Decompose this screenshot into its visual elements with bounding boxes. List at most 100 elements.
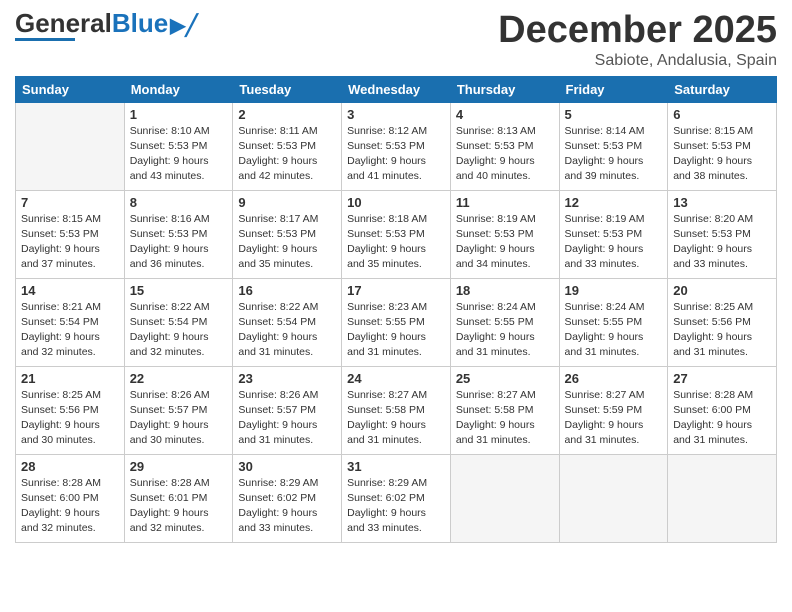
logo-block: GeneralBlue▶╱: [15, 10, 198, 41]
day-info: Sunrise: 8:22 AMSunset: 5:54 PMDaylight:…: [238, 300, 336, 361]
month-title: December 2025: [498, 10, 777, 52]
day-number: 7: [21, 195, 119, 210]
day-number: 12: [565, 195, 663, 210]
day-info: Sunrise: 8:19 AMSunset: 5:53 PMDaylight:…: [456, 212, 554, 273]
logo-blue-text: Blue: [112, 8, 168, 38]
day-number: 30: [238, 459, 336, 474]
day-info: Sunrise: 8:26 AMSunset: 5:57 PMDaylight:…: [130, 388, 228, 449]
day-info: Sunrise: 8:17 AMSunset: 5:53 PMDaylight:…: [238, 212, 336, 273]
weekday-header-thursday: Thursday: [450, 76, 559, 102]
calendar-cell: 24Sunrise: 8:27 AMSunset: 5:58 PMDayligh…: [342, 366, 451, 454]
weekday-header-saturday: Saturday: [668, 76, 777, 102]
title-block: December 2025 Sabiote, Andalusia, Spain: [498, 10, 777, 70]
calendar-cell: 28 Sunrise: 8:28 AMSunset: 6:00 PMDayligh…: [16, 454, 125, 542]
day-number: 9: [238, 195, 336, 210]
logo-bird-icon: ▶╱: [170, 16, 197, 36]
calendar-cell: 21Sunrise: 8:25 AMSunset: 5:56 PMDayligh…: [16, 366, 125, 454]
calendar-cell: 8 Sunrise: 8:16 AMSunset: 5:53 PMDaylight…: [124, 190, 233, 278]
day-number: 13: [673, 195, 771, 210]
day-info: Sunrise: 8:24 AMSunset: 5:55 PMDaylight:…: [456, 300, 554, 361]
calendar-cell: 20 Sunrise: 8:25 AMSunset: 5:56 PMDayligh…: [668, 278, 777, 366]
calendar-cell: 25 Sunrise: 8:27 AMSunset: 5:58 PMDayligh…: [450, 366, 559, 454]
calendar-cell: 22 Sunrise: 8:26 AMSunset: 5:57 PMDayligh…: [124, 366, 233, 454]
day-info: Sunrise: 8:15 AMSunset: 5:53 PMDaylight:…: [673, 124, 771, 185]
day-number: 14: [21, 283, 119, 298]
day-info: Sunrise: 8:24 AMSunset: 5:55 PMDaylight:…: [565, 300, 663, 361]
calendar-cell: 14 Sunrise: 8:21 AMSunset: 5:54 PMDayligh…: [16, 278, 125, 366]
calendar-week-row: 1 Sunrise: 8:10 AMSunset: 5:53 PMDaylight…: [16, 102, 777, 190]
day-info: Sunrise: 8:29 AMSunset: 6:02 PMDaylight:…: [347, 476, 445, 537]
day-info: Sunrise: 8:16 AMSunset: 5:53 PMDaylight:…: [130, 212, 228, 273]
calendar-cell: 15Sunrise: 8:22 AMSunset: 5:54 PMDayligh…: [124, 278, 233, 366]
calendar-week-row: 28 Sunrise: 8:28 AMSunset: 6:00 PMDayligh…: [16, 454, 777, 542]
day-info: Sunrise: 8:10 AMSunset: 5:53 PMDaylight:…: [130, 124, 228, 185]
day-info: Sunrise: 8:23 AMSunset: 5:55 PMDaylight:…: [347, 300, 445, 361]
day-info: Sunrise: 8:20 AMSunset: 5:53 PMDaylight:…: [673, 212, 771, 273]
day-info: Sunrise: 8:29 AMSunset: 6:02 PMDaylight:…: [238, 476, 336, 537]
calendar-cell: [16, 102, 125, 190]
calendar-week-row: 14 Sunrise: 8:21 AMSunset: 5:54 PMDayligh…: [16, 278, 777, 366]
calendar-cell: 16 Sunrise: 8:22 AMSunset: 5:54 PMDayligh…: [233, 278, 342, 366]
day-number: 8: [130, 195, 228, 210]
weekday-header-sunday: Sunday: [16, 76, 125, 102]
day-info: Sunrise: 8:25 AMSunset: 5:56 PMDaylight:…: [673, 300, 771, 361]
logo-underline: [15, 38, 75, 41]
day-number: 3: [347, 107, 445, 122]
day-number: 17: [347, 283, 445, 298]
calendar-cell: 5Sunrise: 8:14 AMSunset: 5:53 PMDaylight…: [559, 102, 668, 190]
day-info: Sunrise: 8:28 AMSunset: 6:01 PMDaylight:…: [130, 476, 228, 537]
calendar-cell: 17 Sunrise: 8:23 AMSunset: 5:55 PMDayligh…: [342, 278, 451, 366]
day-number: 22: [130, 371, 228, 386]
calendar-cell: 13 Sunrise: 8:20 AMSunset: 5:53 PMDayligh…: [668, 190, 777, 278]
day-number: 10: [347, 195, 445, 210]
day-number: 23: [238, 371, 336, 386]
weekday-header-friday: Friday: [559, 76, 668, 102]
day-info: Sunrise: 8:19 AMSunset: 5:53 PMDaylight:…: [565, 212, 663, 273]
day-info: Sunrise: 8:21 AMSunset: 5:54 PMDaylight:…: [21, 300, 119, 361]
calendar-cell: 29Sunrise: 8:28 AMSunset: 6:01 PMDayligh…: [124, 454, 233, 542]
day-number: 18: [456, 283, 554, 298]
logo: GeneralBlue▶╱: [15, 10, 198, 41]
calendar-cell: [450, 454, 559, 542]
calendar-cell: 6Sunrise: 8:15 AMSunset: 5:53 PMDaylight…: [668, 102, 777, 190]
calendar-cell: [559, 454, 668, 542]
weekday-header-monday: Monday: [124, 76, 233, 102]
calendar-cell: 3 Sunrise: 8:12 AMSunset: 5:53 PMDaylight…: [342, 102, 451, 190]
calendar-cell: 2Sunrise: 8:11 AMSunset: 5:53 PMDaylight…: [233, 102, 342, 190]
day-number: 28: [21, 459, 119, 474]
page-container: GeneralBlue▶╱ December 2025 Sabiote, And…: [0, 0, 792, 553]
day-number: 20: [673, 283, 771, 298]
day-number: 25: [456, 371, 554, 386]
logo-general-text: General: [15, 8, 112, 38]
day-info: Sunrise: 8:27 AMSunset: 5:59 PMDaylight:…: [565, 388, 663, 449]
day-number: 2: [238, 107, 336, 122]
day-number: 5: [565, 107, 663, 122]
calendar-table: SundayMondayTuesdayWednesdayThursdayFrid…: [15, 76, 777, 543]
calendar-cell: 9 Sunrise: 8:17 AMSunset: 5:53 PMDaylight…: [233, 190, 342, 278]
day-number: 16: [238, 283, 336, 298]
day-info: Sunrise: 8:27 AMSunset: 5:58 PMDaylight:…: [347, 388, 445, 449]
day-number: 27: [673, 371, 771, 386]
weekday-header-tuesday: Tuesday: [233, 76, 342, 102]
location-title: Sabiote, Andalusia, Spain: [498, 52, 777, 70]
calendar-cell: 10Sunrise: 8:18 AMSunset: 5:53 PMDayligh…: [342, 190, 451, 278]
calendar-cell: 31Sunrise: 8:29 AMSunset: 6:02 PMDayligh…: [342, 454, 451, 542]
calendar-cell: 23 Sunrise: 8:26 AMSunset: 5:57 PMDayligh…: [233, 366, 342, 454]
day-info: Sunrise: 8:25 AMSunset: 5:56 PMDaylight:…: [21, 388, 119, 449]
day-number: 19: [565, 283, 663, 298]
calendar-cell: 26Sunrise: 8:27 AMSunset: 5:59 PMDayligh…: [559, 366, 668, 454]
calendar-cell: 1 Sunrise: 8:10 AMSunset: 5:53 PMDaylight…: [124, 102, 233, 190]
calendar-cell: 7Sunrise: 8:15 AMSunset: 5:53 PMDaylight…: [16, 190, 125, 278]
day-info: Sunrise: 8:28 AMSunset: 6:00 PMDaylight:…: [21, 476, 119, 537]
day-number: 1: [130, 107, 228, 122]
calendar-cell: 18 Sunrise: 8:24 AMSunset: 5:55 PMDayligh…: [450, 278, 559, 366]
day-number: 4: [456, 107, 554, 122]
calendar-cell: 30 Sunrise: 8:29 AMSunset: 6:02 PMDayligh…: [233, 454, 342, 542]
calendar-week-row: 21Sunrise: 8:25 AMSunset: 5:56 PMDayligh…: [16, 366, 777, 454]
day-number: 15: [130, 283, 228, 298]
day-info: Sunrise: 8:27 AMSunset: 5:58 PMDaylight:…: [456, 388, 554, 449]
calendar-cell: 27Sunrise: 8:28 AMSunset: 6:00 PMDayligh…: [668, 366, 777, 454]
day-info: Sunrise: 8:26 AMSunset: 5:57 PMDaylight:…: [238, 388, 336, 449]
day-info: Sunrise: 8:12 AMSunset: 5:53 PMDaylight:…: [347, 124, 445, 185]
calendar-week-row: 7Sunrise: 8:15 AMSunset: 5:53 PMDaylight…: [16, 190, 777, 278]
